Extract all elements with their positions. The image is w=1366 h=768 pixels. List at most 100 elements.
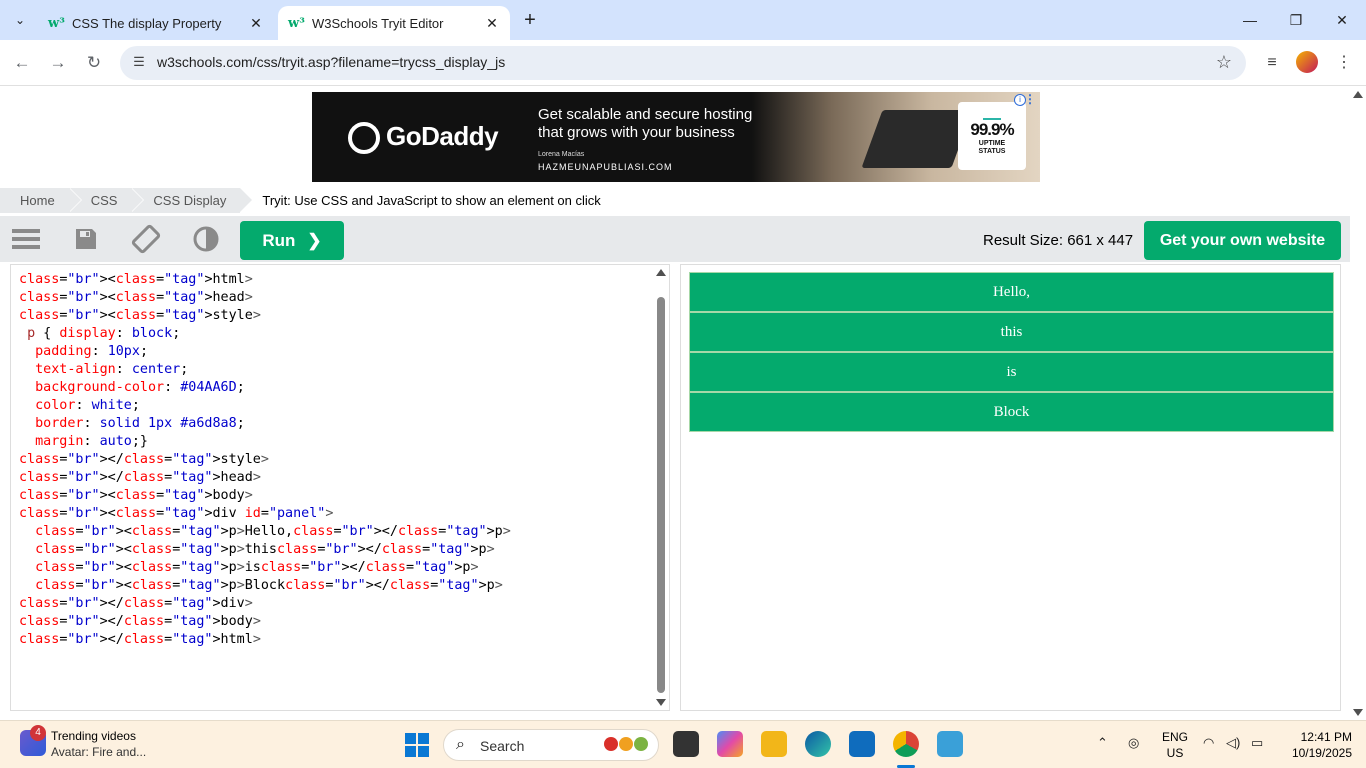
code-line[interactable]: border: solid 1px #a6d8a8; [19,415,511,433]
forward-icon[interactable]: → [46,51,70,75]
result-size-label: Result Size: 661 x 447 [983,232,1134,249]
w3schools-favicon-icon: w³ [288,15,305,31]
chrome-icon[interactable] [893,731,919,757]
tab-css-display[interactable]: w³ CSS The display Property ✕ [38,6,274,40]
media-control-icon[interactable]: ≡ [1260,51,1284,75]
restore-icon[interactable]: ❐ [1276,8,1316,32]
volume-icon[interactable]: ◁) [1226,735,1240,751]
laptop-image [861,110,973,168]
breadcrumb-css-display[interactable]: CSS Display [131,188,254,213]
wifi-icon[interactable]: ◠ [1203,735,1214,751]
code-line[interactable]: background-color: #04AA6D; [19,379,511,397]
rotate-orientation-icon[interactable] [130,224,162,254]
tab-title: W3Schools Tryit Editor [312,15,444,31]
search-highlight-icon [604,737,650,755]
run-button[interactable]: Run ❯ [240,221,344,260]
code-line[interactable]: margin: auto;} [19,433,511,451]
news-subtitle[interactable]: Avatar: Fire and... [51,745,146,759]
edge-icon[interactable] [805,731,831,757]
notepad-icon[interactable] [937,731,963,757]
chevron-right-icon: ❯ [307,230,322,250]
search-icon: ⌕ [456,736,465,753]
code-line[interactable]: class="br"></class="tag">style> [19,451,511,469]
bookmark-star-icon[interactable]: ☆ [1216,52,1232,73]
godaddy-logo-icon [348,122,380,155]
language-indicator[interactable]: ENG US [1160,729,1190,761]
theme-contrast-icon[interactable] [190,224,222,254]
ad-options-icon[interactable]: ⋮ [1024,92,1036,106]
code-line[interactable]: class="br"></class="tag">body> [19,613,511,631]
store-icon[interactable] [849,731,875,757]
code-line[interactable]: padding: 10px; [19,343,511,361]
scroll-up-icon[interactable] [656,269,666,276]
breadcrumb-current: Tryit: Use CSS and JavaScript to show an… [262,193,601,208]
scroll-down-icon[interactable] [1353,709,1363,716]
scroll-down-icon[interactable] [656,699,666,706]
result-paragraph: is [689,352,1334,392]
reload-icon[interactable]: ↻ [82,51,106,75]
save-icon[interactable] [70,224,102,254]
window-close-icon[interactable]: ✕ [1322,8,1362,32]
tab-search-button[interactable]: ⌄ [6,8,34,32]
taskbar-search[interactable]: ⌕ Search [443,729,659,761]
code-line[interactable]: class="br"></class="tag">head> [19,469,511,487]
code-text[interactable]: class="br"><class="tag">html> class="br">… [19,271,511,649]
menu-icon[interactable] [10,224,42,254]
site-settings-icon[interactable]: ☰ [130,54,148,72]
get-own-website-button[interactable]: Get your own website [1144,221,1341,260]
code-line[interactable]: class="br"><class="tag">p>thisclass="br"… [19,541,511,559]
scroll-thumb[interactable] [657,297,665,693]
ad-site: HAZMEUNAPUBLIASI.COM [538,162,673,172]
minimize-icon[interactable]: — [1230,8,1270,32]
code-line[interactable]: class="br"><class="tag">p>Blockclass="br… [19,577,511,595]
code-editor[interactable]: class="br"><class="tag">html> class="br">… [10,264,670,711]
tab-strip: ⌄ w³ CSS The display Property ✕ w³ W3Sch… [0,0,1366,40]
code-scrollbar[interactable] [655,265,667,710]
page-content: GoDaddy Get scalable and secure hosting … [0,87,1350,720]
tab-tryit-editor[interactable]: w³ W3Schools Tryit Editor ✕ [278,6,510,40]
editor-toolbar: Run ❯ Result Size: 661 x 447 Get your ow… [0,216,1350,262]
network-status-icon[interactable]: ◎ [1128,735,1139,751]
windows-start-icon[interactable] [405,733,429,757]
news-widget-icon[interactable]: 4 [20,725,46,756]
chevron-up-icon[interactable]: ⌃ [1097,735,1108,751]
back-icon[interactable]: ← [10,51,34,75]
ad-banner[interactable]: GoDaddy Get scalable and secure hosting … [312,92,1040,182]
code-line[interactable]: text-align: center; [19,361,511,379]
result-paragraph: Block [689,392,1334,432]
url-text[interactable]: w3schools.com/css/tryit.asp?filename=try… [157,54,505,70]
w3schools-favicon-icon: w³ [48,15,65,31]
result-paragraph: Hello, [689,272,1334,312]
page-scrollbar[interactable] [1350,87,1366,720]
ad-credit: Lorena Macías [538,151,585,158]
new-tab-button[interactable]: + [518,10,542,32]
code-line[interactable]: class="br"><class="tag">style> [19,307,511,325]
code-line[interactable]: class="br"><class="tag">p>Hello,class="b… [19,523,511,541]
file-explorer-icon[interactable] [761,731,787,757]
copilot-icon[interactable] [717,731,743,757]
code-line[interactable]: class="br"></class="tag">html> [19,631,511,649]
breadcrumb: Home CSS CSS Display Tryit: Use CSS and … [0,188,1350,213]
scroll-up-icon[interactable] [1353,91,1363,98]
close-icon[interactable]: ✕ [484,15,500,32]
code-line[interactable]: class="br"><class="tag">html> [19,271,511,289]
code-line[interactable]: class="br"><class="tag">p>isclass="br"><… [19,559,511,577]
close-icon[interactable]: ✕ [248,15,264,32]
code-line[interactable]: class="br"><class="tag">div id="panel"> [19,505,511,523]
code-line[interactable]: p { display: block; [19,325,511,343]
menu-dots-icon[interactable]: ⋮ [1332,51,1356,75]
godaddy-logo: GoDaddy [348,121,499,155]
code-line[interactable]: class="br"><class="tag">body> [19,487,511,505]
task-view-icon[interactable] [673,731,699,757]
search-placeholder: Search [480,738,525,754]
clock[interactable]: 12:41 PM 10/19/2025 [1282,729,1352,761]
code-line[interactable]: color: white; [19,397,511,415]
news-title[interactable]: Trending videos [51,729,136,743]
ad-headline: Get scalable and secure hosting that gro… [538,106,753,141]
code-line[interactable]: class="br"><class="tag">head> [19,289,511,307]
address-bar[interactable]: ☰ w3schools.com/css/tryit.asp?filename=t… [120,46,1246,80]
code-line[interactable]: class="br"></class="tag">div> [19,595,511,613]
breadcrumb-home[interactable]: Home [0,188,82,213]
profile-avatar[interactable] [1296,51,1318,73]
battery-icon[interactable]: ▭ [1251,735,1263,751]
